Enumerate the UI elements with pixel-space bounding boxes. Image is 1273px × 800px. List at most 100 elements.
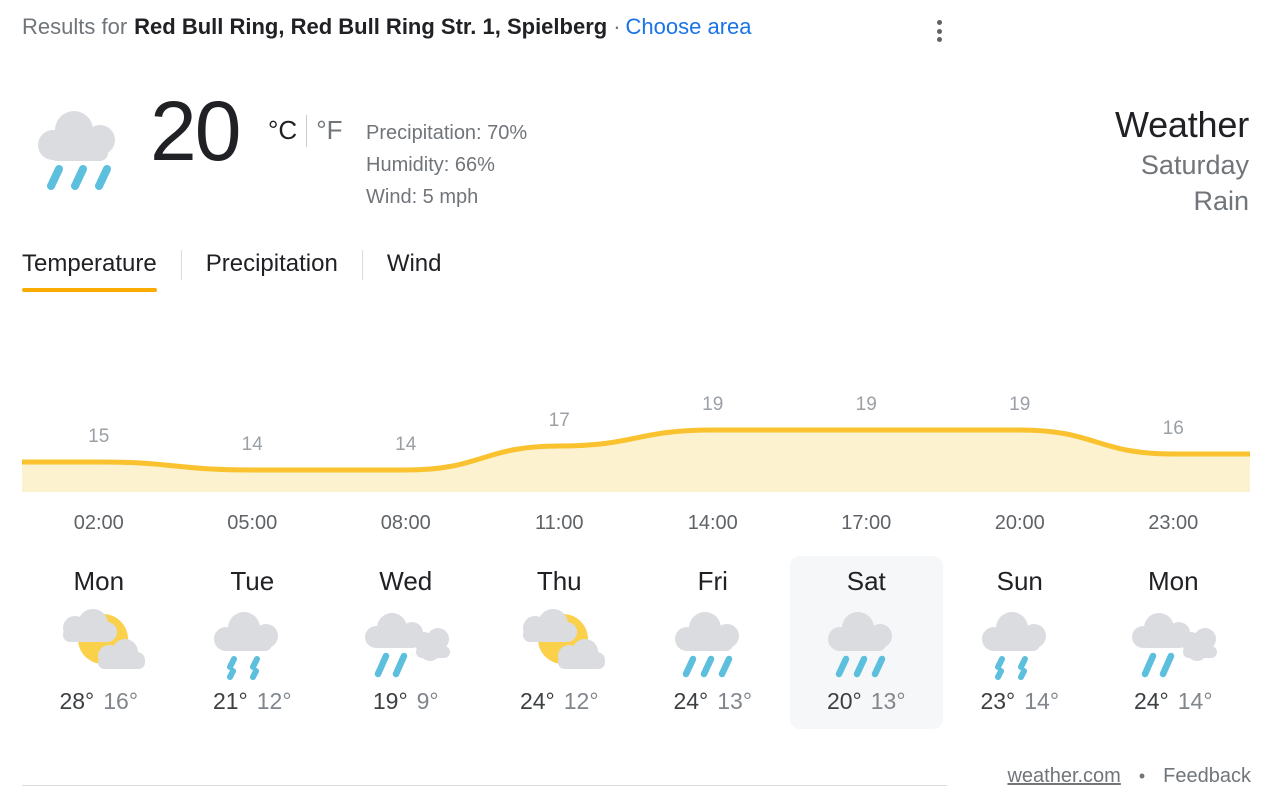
hour-label: 14:00: [687, 512, 738, 534]
tab-temperature-label: Temperature: [22, 250, 157, 277]
scattered-showers-icon: [1132, 613, 1218, 678]
light-rain-icon: [214, 612, 279, 680]
chart-point-label: 16: [1162, 418, 1184, 439]
day-forecast-cell[interactable]: Tue 21° 12°: [176, 556, 330, 729]
day-temperatures: 24° 13°: [673, 688, 752, 715]
kebab-menu-icon[interactable]: [930, 18, 948, 44]
hour-label: 02:00: [73, 512, 124, 534]
day-forecast-cell[interactable]: Mon 24° 14°: [1097, 556, 1251, 729]
day-forecast-cell[interactable]: Sat 20° 13°: [789, 556, 943, 729]
day-high-temp: 20°: [826, 688, 862, 714]
tab-precipitation[interactable]: Precipitation: [206, 250, 338, 292]
unit-celsius-button[interactable]: °C: [268, 117, 297, 143]
choose-area-link[interactable]: Choose area: [626, 14, 752, 40]
day-forecast-cell[interactable]: Fri 24° 13°: [636, 556, 790, 729]
tab-wind[interactable]: Wind: [387, 250, 442, 292]
day-temperatures: 24° 14°: [1134, 688, 1213, 715]
weather-source-link[interactable]: weather.com: [1007, 765, 1120, 788]
unit-divider: [306, 115, 308, 147]
hour-label: 17:00: [841, 512, 892, 534]
day-high-temp: 23°: [980, 688, 1016, 714]
panel-title: Weather: [1114, 104, 1249, 145]
day-forecast-cell[interactable]: Sun 23° 14°: [943, 556, 1097, 729]
footer-divider: [22, 785, 947, 786]
unit-toggle[interactable]: °C °F: [268, 115, 342, 147]
day-temperatures: 24° 12°: [520, 688, 599, 715]
partly-sunny-icon: [523, 609, 606, 669]
results-bar: Results for Red Bull Ring, Red Bull Ring…: [22, 14, 752, 40]
day-low-temp: 12°: [256, 688, 292, 714]
summary-condition: Rain: [1193, 186, 1249, 216]
day-high-temp: 24°: [1133, 688, 1169, 714]
day-low-temp: 12°: [563, 688, 599, 714]
results-place-name: Red Bull Ring, Red Bull Ring Str. 1, Spi…: [134, 14, 608, 39]
tab-underline-2: [206, 288, 338, 292]
tab-wind-label: Wind: [386, 250, 442, 277]
rain-icon: [38, 111, 115, 190]
hour-label: 20:00: [994, 512, 1045, 534]
chart-point-label: 15: [88, 426, 110, 447]
tab-divider-1: [180, 250, 182, 280]
tab-divider-2: [361, 250, 363, 280]
kebab-dot-2: [936, 28, 942, 34]
hour-label: 05:00: [227, 512, 278, 534]
footer-links: weather.com • Feedback: [1007, 765, 1251, 788]
day-low-temp: 14°: [1177, 688, 1213, 714]
metric-tabs: Temperature Precipitation Wind: [22, 250, 442, 292]
day-low-temp: 13°: [717, 688, 753, 714]
day-high-temp: 21°: [212, 688, 248, 714]
chart-point-label: 19: [855, 394, 877, 415]
hour-label: 23:00: [1148, 512, 1199, 534]
daily-forecast-row: Mon 28° 16° Tue 21° 12° Wed 19° 9° Thu 2…: [22, 556, 1250, 729]
wind-value: Wind: 5 mph: [366, 186, 479, 208]
day-forecast-cell[interactable]: Wed 19° 9°: [329, 556, 483, 729]
chart-point-label: 17: [548, 410, 570, 431]
results-separator: ·: [613, 14, 621, 39]
day-low-temp: 14°: [1024, 688, 1060, 714]
partly-sunny-icon: [62, 609, 145, 669]
hour-label: 08:00: [380, 512, 431, 534]
day-name-label: Mon: [73, 566, 125, 596]
day-name-label: Fri: [697, 566, 728, 596]
day-high-temp: 24°: [673, 688, 709, 714]
rain-icon: [828, 612, 893, 678]
hour-labels-row: 02:00 05:00 08:00 11:00 14:00 17:00 20:00 23:00: [22, 512, 1250, 535]
day-forecast-cell[interactable]: Mon 28° 16°: [22, 556, 176, 729]
day-temperatures: 28° 16°: [59, 688, 138, 715]
kebab-dot-3: [936, 37, 942, 42]
tab-active-underline: [22, 288, 157, 292]
kebab-dot-1: [936, 20, 942, 25]
tab-temperature[interactable]: Temperature: [22, 250, 157, 292]
scattered-showers-icon: [364, 613, 450, 678]
day-forecast-cell[interactable]: Thu 24° 12°: [483, 556, 637, 729]
tab-precipitation-label: Precipitation: [205, 250, 338, 277]
day-name-label: Thu: [536, 566, 582, 596]
weather-widget: Results for Red Bull Ring, Red Bull Ring…: [0, 0, 1273, 800]
results-prefix-label: Results for: [22, 14, 128, 39]
day-name-label: Sat: [846, 566, 886, 596]
day-temperatures: 20° 13°: [827, 688, 906, 715]
day-low-temp: 9°: [416, 688, 439, 714]
feedback-link[interactable]: Feedback: [1163, 765, 1251, 788]
current-details: Precipitation: 70% Humidity: 66% Wind: 5…: [366, 117, 527, 213]
day-high-temp: 28°: [59, 688, 95, 714]
weather-summary: Weather Saturday Rain: [1115, 103, 1249, 219]
temperature-chart[interactable]: 15 14 14 17 19 19 19 16: [22, 380, 1250, 492]
day-high-temp: 24°: [519, 688, 555, 714]
humidity-value: Humidity: 66%: [366, 154, 495, 176]
current-temperature: 20: [150, 84, 241, 178]
unit-fahrenheit-button[interactable]: °F: [316, 117, 342, 143]
day-temperatures: 19° 9°: [373, 688, 439, 715]
chart-point-label: 19: [702, 394, 724, 415]
chart-point-label: 14: [395, 434, 417, 455]
day-temperatures: 23° 14°: [980, 688, 1059, 715]
day-high-temp: 19°: [372, 688, 408, 714]
day-temperatures: 21° 12°: [213, 688, 292, 715]
chart-point-label: 14: [241, 434, 263, 455]
day-low-temp: 16°: [103, 688, 139, 714]
summary-day: Saturday: [1140, 150, 1249, 180]
light-rain-icon: [981, 612, 1046, 680]
rain-icon: [674, 612, 739, 678]
day-low-temp: 13°: [870, 688, 906, 714]
day-name-label: Wed: [379, 566, 433, 596]
